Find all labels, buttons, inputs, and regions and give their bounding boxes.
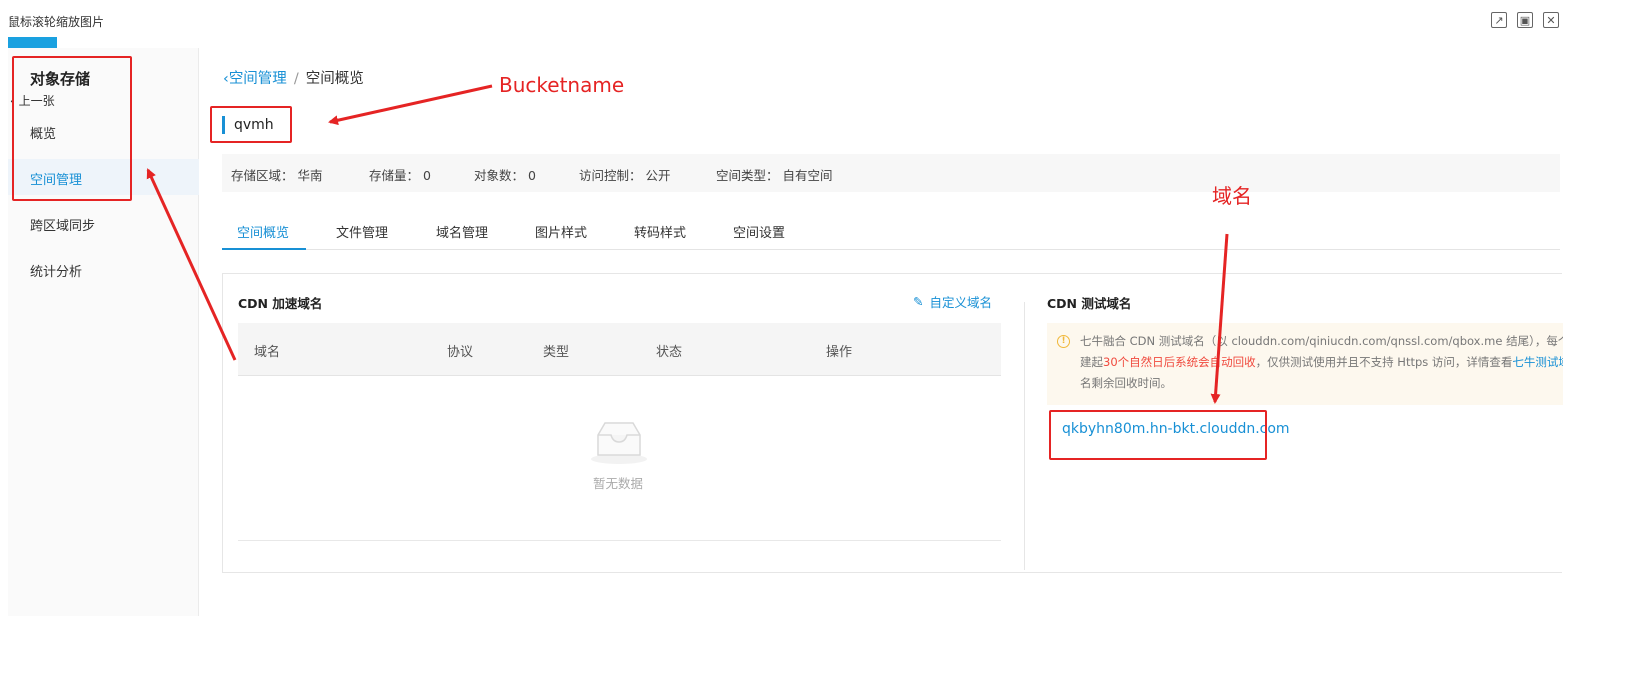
notice-line-2: 建起30个自然日后系统会自动回收，仅供测试使用并且不支持 Https 访问，详情… xyxy=(1080,352,1563,373)
info-icon: ! xyxy=(1057,335,1070,348)
info-region: 存储区域： 华南 xyxy=(231,168,323,183)
column-domain: 域名 xyxy=(254,345,281,360)
column-actions: 操作 xyxy=(826,345,853,360)
annotation-domain-label: 域名 xyxy=(1212,184,1252,208)
tab-space-overview[interactable]: 空间概览 xyxy=(237,222,289,241)
active-tab-underline xyxy=(222,248,306,250)
custom-domain-button[interactable]: ✎ 自定义域名 xyxy=(913,292,992,311)
empty-inbox-icon xyxy=(591,422,647,464)
notice-line-1: 七牛融合 CDN 测试域名（以 clouddn.com/qiniucdn.com… xyxy=(1080,334,1563,348)
edit-icon: ✎ xyxy=(913,294,924,309)
column-type: 类型 xyxy=(543,345,570,360)
empty-state-text: 暂无数据 xyxy=(593,476,644,491)
close-icon[interactable]: ✕ xyxy=(1543,12,1559,28)
cdn-domain-heading: CDN 加速域名 xyxy=(238,296,323,311)
annotation-bucketname-label: Bucketname xyxy=(499,73,625,97)
tab-space-settings[interactable]: 空间设置 xyxy=(733,222,785,241)
domain-table-header: 域名 协议 类型 状态 操作 xyxy=(238,323,1001,376)
info-storage: 存储量： 0 xyxy=(369,168,431,183)
breadcrumb-back-link[interactable]: ‹空间管理 xyxy=(223,71,287,87)
tab-file-management[interactable]: 文件管理 xyxy=(336,222,388,241)
sidebar-item-cross-region-sync[interactable]: 跨区域同步 xyxy=(30,215,95,234)
notice-recycle-warning: 30个自然日后系统会自动回收 xyxy=(1103,355,1256,369)
breadcrumb-current: 空间概览 xyxy=(305,71,364,87)
open-external-icon[interactable]: ↗ xyxy=(1491,12,1507,28)
tab-transcode-styles[interactable]: 转码样式 xyxy=(634,222,686,241)
domain-panel: CDN 加速域名 ✎ 自定义域名 域名 协议 类型 状态 操作 暂无数据 CDN … xyxy=(222,273,1563,573)
viewer-progress-bar xyxy=(8,37,57,48)
arrow-to-bucket xyxy=(328,84,493,126)
breadcrumb: ‹空间管理 / 空间概览 xyxy=(223,67,364,88)
fit-screen-icon[interactable]: ▣ xyxy=(1517,12,1533,28)
panel-divider xyxy=(1024,302,1025,570)
annotation-box-test-domain xyxy=(1049,410,1267,460)
annotation-box-sidebar xyxy=(12,56,132,201)
table-bottom-divider xyxy=(238,540,1001,541)
breadcrumb-separator: / xyxy=(293,71,299,87)
tab-bar: 空间概览 文件管理 域名管理 图片样式 转码样式 空间设置 xyxy=(222,210,1560,250)
viewer-title: 鼠标滚轮缩放图片 xyxy=(8,15,105,29)
column-status: 状态 xyxy=(656,345,683,360)
sidebar-item-statistics[interactable]: 统计分析 xyxy=(30,261,82,280)
bucket-info-bar: 存储区域： 华南 存储量： 0 对象数： 0 访问控制： 公开 空间类型： 自有… xyxy=(222,154,1560,192)
cdn-test-domain-heading: CDN 测试域名 xyxy=(1047,296,1132,311)
info-object-count: 对象数： 0 xyxy=(474,168,536,183)
info-access-control: 访问控制： 公开 xyxy=(579,168,671,183)
notice-details-link[interactable]: 七牛测试域 xyxy=(1512,355,1563,369)
tab-domain-management[interactable]: 域名管理 xyxy=(436,222,488,241)
info-space-type: 空间类型： 自有空间 xyxy=(716,168,833,183)
column-protocol: 协议 xyxy=(447,345,474,360)
test-domain-notice: ! 七牛融合 CDN 测试域名（以 clouddn.com/qiniucdn.c… xyxy=(1047,323,1563,405)
image-viewer-bar: 鼠标滚轮缩放图片 ↗ ▣ ✕ xyxy=(0,0,1641,48)
notice-line-3: 名剩余回收时间。 xyxy=(1080,376,1172,390)
tab-image-styles[interactable]: 图片样式 xyxy=(535,222,587,241)
annotation-box-bucket xyxy=(210,106,292,143)
